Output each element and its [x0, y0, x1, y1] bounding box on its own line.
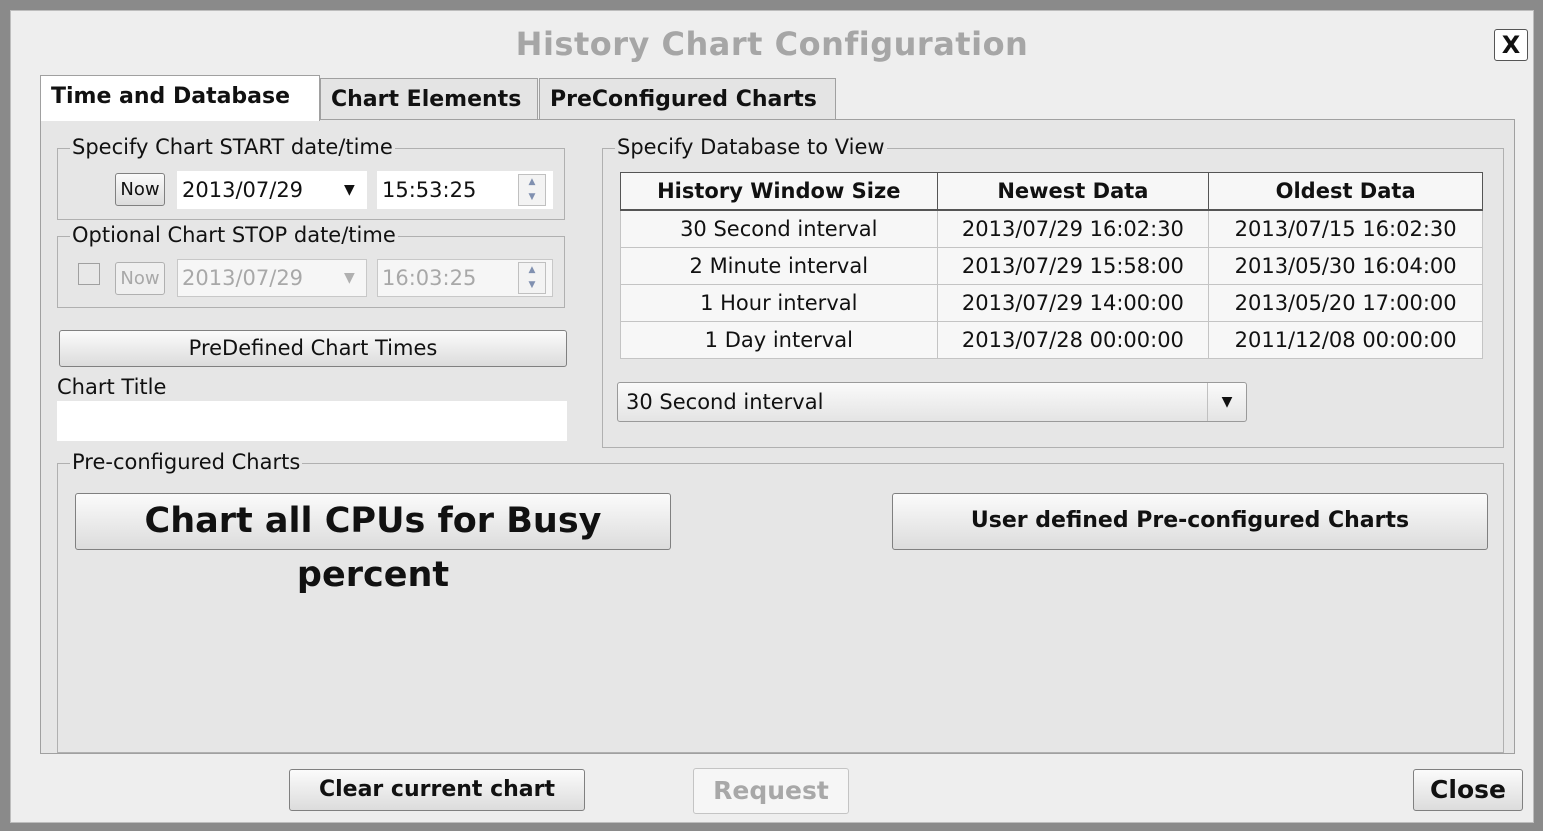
start-now-button[interactable]: Now	[115, 173, 165, 206]
tab-panel: Specify Chart START date/time Now 2013/0…	[40, 119, 1515, 754]
table-cell: 30 Second interval	[620, 209, 938, 248]
start-time-field[interactable]: 15:53:25 ▲ ▼	[377, 171, 553, 209]
stop-enable-checkbox[interactable]	[78, 263, 100, 285]
interval-select-value: 30 Second interval	[626, 390, 824, 414]
stop-group: Optional Chart STOP date/time Now 2013/0…	[57, 223, 565, 308]
database-table: History Window Size Newest Data Oldest D…	[620, 172, 1483, 359]
chevron-down-icon: ▼	[344, 182, 355, 198]
history-chart-dialog: History Chart Configuration X Time and D…	[10, 10, 1534, 823]
table-row[interactable]: 1 Hour interval 2013/07/29 14:00:00 2013…	[620, 284, 1483, 322]
stop-legend: Optional Chart STOP date/time	[70, 223, 398, 247]
chevron-down-icon: ▼	[344, 270, 355, 286]
close-x-button[interactable]: X	[1494, 29, 1528, 61]
column-header[interactable]: Oldest Data	[1208, 172, 1483, 211]
table-cell: 2013/07/28 00:00:00	[936, 321, 1210, 359]
database-legend: Specify Database to View	[615, 135, 887, 159]
table-cell: 2013/05/20 17:00:00	[1208, 284, 1483, 322]
table-cell: 2013/07/29 16:02:30	[936, 209, 1210, 248]
table-cell: 2013/07/29 15:58:00	[936, 247, 1210, 285]
predefined-chart-times-button[interactable]: PreDefined Chart Times	[59, 330, 567, 367]
stop-date-select[interactable]: 2013/07/29 ▼	[177, 259, 367, 297]
spin-down-icon[interactable]: ▼	[519, 190, 545, 205]
table-cell: 2 Minute interval	[620, 247, 938, 285]
chevron-down-icon[interactable]: ▼	[1207, 383, 1246, 421]
dialog-title: History Chart Configuration	[515, 25, 1029, 63]
table-row[interactable]: 2 Minute interval 2013/07/29 15:58:00 20…	[620, 247, 1483, 285]
spin-up-icon[interactable]: ▲	[519, 175, 545, 190]
table-row[interactable]: 1 Day interval 2013/07/28 00:00:00 2011/…	[620, 321, 1483, 359]
clear-current-chart-button[interactable]: Clear current chart	[289, 769, 585, 811]
table-cell: 2013/05/30 16:04:00	[1208, 247, 1483, 285]
spin-up-icon[interactable]: ▲	[519, 263, 545, 278]
stop-time-spinner[interactable]: ▲ ▼	[518, 262, 546, 294]
start-time-spinner[interactable]: ▲ ▼	[518, 174, 546, 206]
spin-down-icon[interactable]: ▼	[519, 278, 545, 293]
chart-all-cpus-button[interactable]: Chart all CPUs for Busy percent	[75, 493, 671, 595]
table-cell: 2013/07/15 16:02:30	[1208, 209, 1483, 248]
table-row[interactable]: 30 Second interval 2013/07/29 16:02:30 2…	[620, 209, 1483, 248]
start-time-value: 15:53:25	[382, 178, 477, 202]
start-group: Specify Chart START date/time Now 2013/0…	[57, 135, 565, 220]
preconfigured-legend: Pre-configured Charts	[70, 450, 303, 474]
chart-title-input[interactable]	[57, 401, 567, 441]
column-header[interactable]: Newest Data	[936, 172, 1210, 211]
table-cell: 1 Day interval	[620, 321, 938, 359]
table-cell: 2011/12/08 00:00:00	[1208, 321, 1483, 359]
table-cell: 1 Hour interval	[620, 284, 938, 322]
tab-preconfigured-charts[interactable]: PreConfigured Charts	[539, 78, 836, 119]
column-header[interactable]: History Window Size	[620, 172, 938, 211]
close-button[interactable]: Close	[1413, 769, 1523, 811]
start-legend: Specify Chart START date/time	[70, 135, 395, 159]
start-date-select[interactable]: 2013/07/29 ▼	[177, 171, 367, 209]
stop-time-value: 16:03:25	[382, 266, 477, 290]
tab-chart-elements[interactable]: Chart Elements	[320, 78, 538, 119]
tab-time-and-database[interactable]: Time and Database	[40, 75, 320, 121]
table-cell: 2013/07/29 14:00:00	[936, 284, 1210, 322]
database-group: Specify Database to View History Window …	[602, 135, 1504, 448]
stop-now-button[interactable]: Now	[115, 262, 165, 295]
stop-date-value: 2013/07/29	[182, 266, 304, 290]
user-defined-preconfigured-button[interactable]: User defined Pre-configured Charts	[892, 493, 1488, 550]
stop-time-field[interactable]: 16:03:25 ▲ ▼	[377, 259, 553, 297]
request-button[interactable]: Request	[693, 768, 849, 814]
interval-select[interactable]: 30 Second interval ▼	[617, 382, 1247, 422]
start-date-value: 2013/07/29	[182, 178, 304, 202]
chart-title-label: Chart Title	[57, 375, 167, 399]
preconfigured-group: Pre-configured Charts Chart all CPUs for…	[57, 450, 1504, 753]
